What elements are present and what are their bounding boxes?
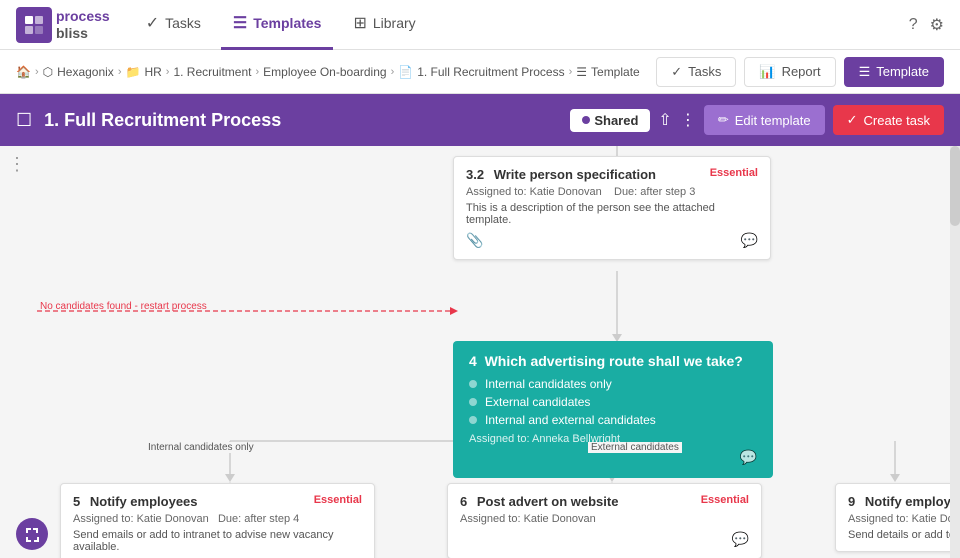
sidebar-dots[interactable]: ⋮	[8, 154, 26, 175]
option-dot	[469, 416, 477, 424]
step-5-desc: Send emails or add to intranet to advise…	[73, 529, 362, 553]
hexagonix-icon: ⬡	[43, 65, 53, 79]
nav-right-actions: ? ⚙	[909, 15, 944, 35]
edit-icon: ✏	[718, 112, 729, 128]
nav-templates[interactable]: ☰ Templates	[221, 0, 334, 50]
step-9-desc: Send details or add to intranet t...	[848, 529, 960, 541]
comment-icon[interactable]: 💬	[741, 232, 758, 249]
templates-icon: ☰	[233, 13, 247, 33]
decision-4-card[interactable]: 4 Which advertising route shall we take?…	[453, 341, 773, 478]
breadcrumb-home[interactable]: 🏠	[16, 65, 31, 79]
option-dot	[469, 398, 477, 406]
template-btn-icon: ☰	[859, 64, 871, 80]
step-6-header: 6 Post advert on website Essential	[460, 494, 749, 509]
top-navigation: process bliss ✓ Tasks ☰ Templates ⊞ Libr…	[0, 0, 960, 50]
help-icon[interactable]: ?	[909, 16, 918, 34]
page-title: 1. Full Recruitment Process	[44, 110, 558, 131]
nav-tasks[interactable]: ✓ Tasks	[134, 0, 213, 50]
breadcrumb-template[interactable]: ☰ Template	[576, 65, 639, 79]
app-logo[interactable]: process bliss	[16, 7, 110, 43]
step-6-assigned: Assigned to: Katie Donovan	[460, 513, 749, 525]
step-5-header: 5 Notify employees Essential	[73, 494, 362, 509]
decision-option-3: Internal and external candidates	[469, 413, 757, 427]
step-32-desc: This is a description of the person see …	[466, 202, 758, 226]
more-options-icon[interactable]: ⋮	[680, 110, 696, 130]
process-icon: 📄	[398, 65, 413, 79]
decision-comment-icon[interactable]: 💬	[740, 449, 757, 466]
step-32-assigned: Assigned to: Katie Donovan Due: after st…	[466, 186, 758, 198]
tasks-btn-icon: ✓	[671, 64, 682, 80]
shared-badge[interactable]: Shared	[570, 109, 650, 132]
step-6-footer: 💬	[460, 531, 749, 548]
edit-template-button[interactable]: ✏ Edit template	[704, 105, 825, 135]
breadcrumb-hexagonix[interactable]: ⬡ Hexagonix	[43, 65, 114, 79]
breadcrumb-fullrecruitment[interactable]: 📄 1. Full Recruitment Process	[398, 65, 564, 79]
breadcrumb-onboarding[interactable]: Employee On-boarding	[263, 65, 386, 79]
report-btn[interactable]: 📊 Report	[744, 57, 835, 87]
canvas: ⋮ 3.2 Write person specification Essenti…	[0, 146, 960, 558]
folder-icon: 📁	[125, 65, 140, 79]
decision-option-1: Internal candidates only	[469, 377, 757, 391]
breadcrumb-bar: 🏠 › ⬡ Hexagonix › 📁 HR › 1. Recruitment …	[0, 50, 960, 94]
logo-text: process bliss	[56, 8, 110, 42]
vertical-scrollbar[interactable]	[950, 146, 960, 558]
attachment-icon[interactable]: 📎	[466, 232, 483, 249]
header-actions: Shared ⇧ ⋮ ✏ Edit template ✓ Create task	[570, 105, 944, 135]
option-dot	[469, 380, 477, 388]
library-icon: ⊞	[353, 13, 366, 33]
breadcrumb-recruitment[interactable]: 1. Recruitment	[173, 65, 251, 79]
decision-4-title: 4 Which advertising route shall we take?	[469, 353, 757, 369]
page-header: ☐ 1. Full Recruitment Process Shared ⇧ ⋮…	[0, 94, 960, 146]
create-task-button[interactable]: ✓ Create task	[833, 105, 944, 135]
breadcrumb-hr[interactable]: 📁 HR	[125, 65, 161, 79]
decision-option-2: External candidates	[469, 395, 757, 409]
settings-icon[interactable]: ⚙	[930, 15, 944, 35]
no-candidates-label: No candidates found - restart process	[40, 301, 207, 312]
step-6-comment-icon[interactable]: 💬	[732, 531, 749, 548]
step-9-header: 9 Notify employees Essential	[848, 494, 960, 509]
scrollbar-thumb[interactable]	[950, 146, 960, 226]
tasks-btn[interactable]: ✓ Tasks	[656, 57, 736, 87]
step-32-footer: 📎 💬	[466, 232, 758, 249]
page-header-icon: ☐	[16, 110, 32, 131]
logo-icon	[16, 7, 52, 43]
check-icon: ✓	[847, 112, 858, 128]
breadcrumb-actions: ✓ Tasks 📊 Report ☰ Template	[656, 57, 944, 87]
step-5-assigned: Assigned to: Katie Donovan Due: after st…	[73, 513, 362, 525]
step-6-card[interactable]: 6 Post advert on website Essential Assig…	[447, 483, 762, 558]
expand-icon[interactable]	[16, 518, 48, 550]
report-btn-icon: 📊	[759, 64, 775, 80]
step-9-card[interactable]: 9 Notify employees Essential Assigned to…	[835, 483, 960, 552]
template-icon: ☰	[576, 65, 587, 79]
step-5-card[interactable]: 5 Notify employees Essential Assigned to…	[60, 483, 375, 558]
share-icon[interactable]: ⇧	[658, 110, 671, 130]
template-btn[interactable]: ☰ Template	[844, 57, 944, 87]
tasks-icon: ✓	[146, 13, 159, 33]
internal-label: Internal candidates only	[145, 442, 257, 453]
step-9-assigned: Assigned to: Katie Donovan D...	[848, 513, 960, 525]
step-32-card[interactable]: 3.2 Write person specification Essential…	[453, 156, 771, 260]
nav-library[interactable]: ⊞ Library	[341, 0, 427, 50]
external-label: External candidates	[588, 442, 682, 453]
step-32-header: 3.2 Write person specification Essential	[466, 167, 758, 182]
